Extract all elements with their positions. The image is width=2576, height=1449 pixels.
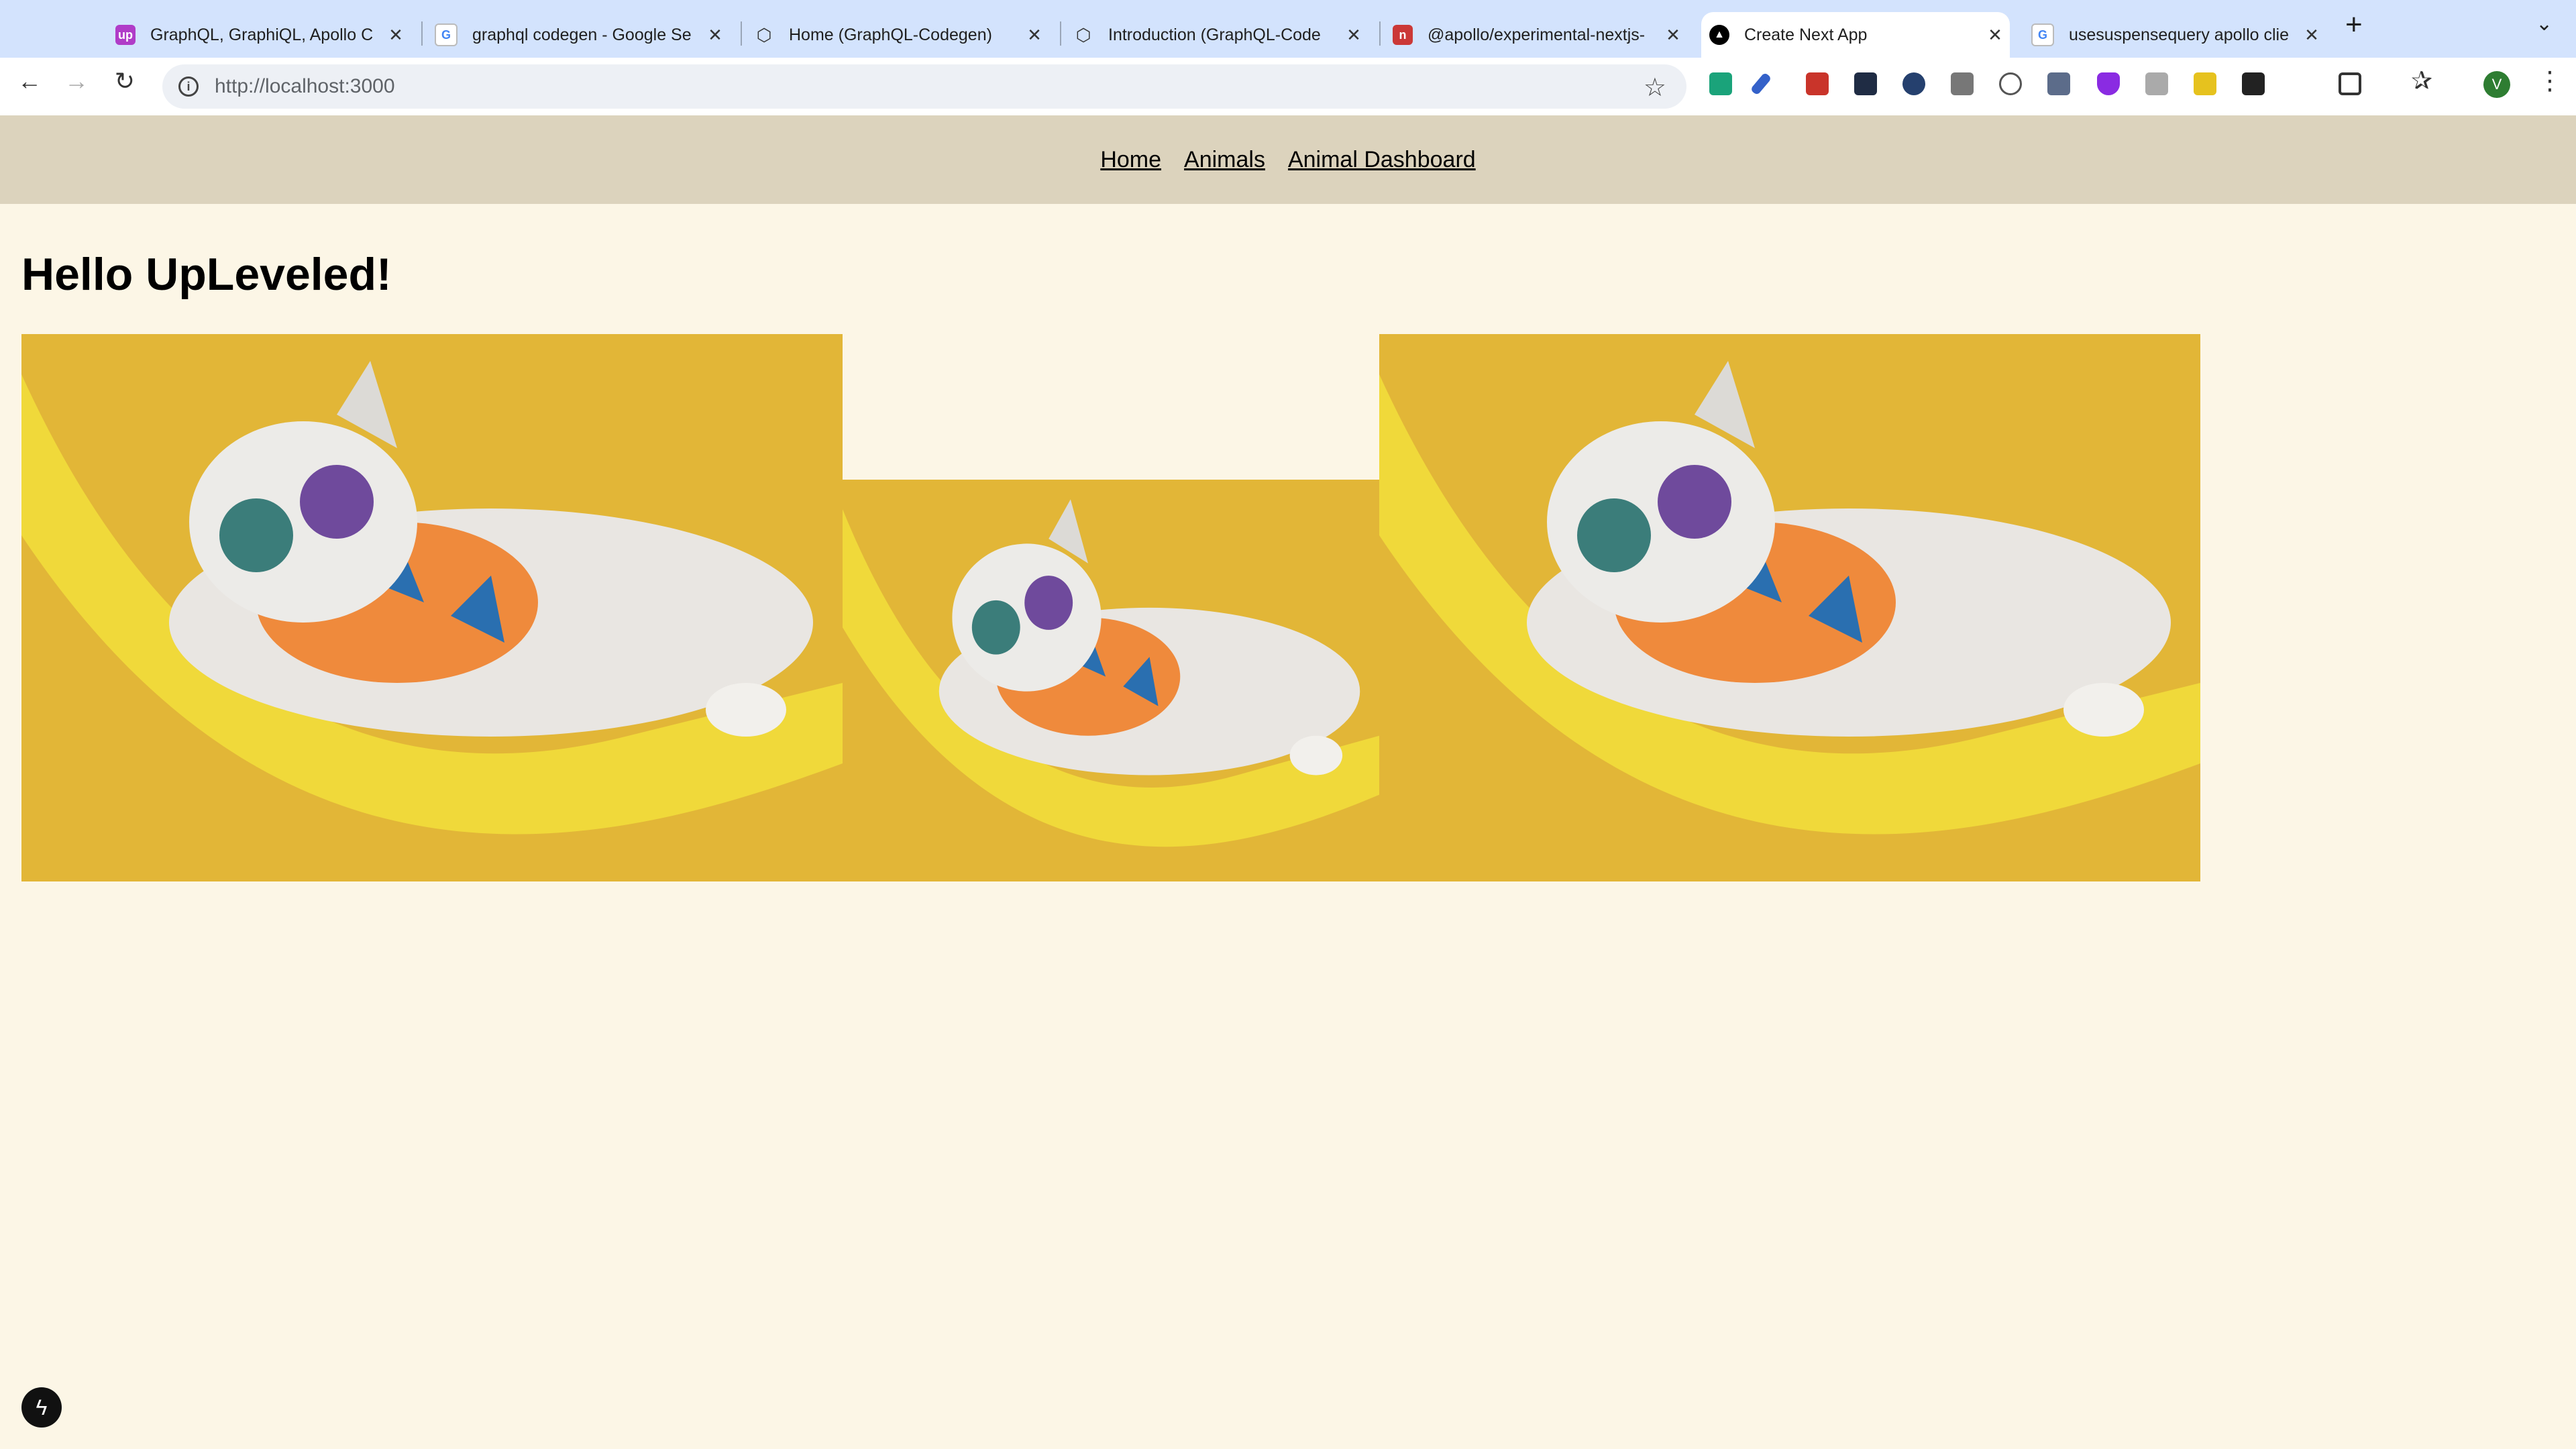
tab-search-chevron-icon[interactable]: ⌄ — [2536, 12, 2553, 36]
cat-in-hammock-photo — [21, 334, 843, 881]
nav-link-animal-dashboard[interactable]: Animal Dashboard — [1288, 147, 1476, 173]
cat-in-hammock-photo — [843, 480, 1379, 881]
tab-5[interactable]: n @apollo/experimental-nextjs- ✕ — [1385, 12, 1688, 58]
tab-2[interactable]: G graphql codegen - Google Se ✕ — [427, 12, 730, 58]
tab-title: GraphQL, GraphiQL, Apollo C — [150, 25, 374, 44]
graphql-codegen-favicon-icon: ⬡ — [1075, 24, 1091, 45]
cat-in-hammock-photo — [1379, 334, 2200, 881]
site-header-nav: Home Animals Animal Dashboard — [0, 115, 2576, 204]
google-favicon-icon: G — [2031, 23, 2054, 46]
tab-separator — [1379, 21, 1381, 46]
npm-favicon-icon: n — [1393, 25, 1413, 45]
extension-icon[interactable] — [1854, 72, 1877, 95]
address-url: http://localhost:3000 — [215, 75, 395, 97]
bookmark-star-icon[interactable]: ☆ — [1644, 72, 1666, 103]
cat-in-hammock-photo — [843, 480, 1379, 881]
nav-link-animals[interactable]: Animals — [1184, 147, 1265, 173]
close-icon[interactable]: ✕ — [1658, 25, 1688, 46]
back-arrow-icon[interactable]: ← — [12, 67, 47, 95]
nav-link-home[interactable]: Home — [1100, 147, 1161, 173]
page-heading: Hello UpLeveled! — [21, 249, 392, 300]
tab-title: graphql codegen - Google Se — [472, 25, 692, 44]
extension-icon[interactable] — [2242, 72, 2265, 95]
site-info-icon[interactable]: i — [178, 76, 199, 97]
google-favicon-icon: G — [435, 23, 458, 46]
close-icon[interactable]: ✕ — [1020, 25, 1049, 46]
menu-kebab-icon[interactable]: ⋮ — [2537, 66, 2563, 96]
graphql-codegen-favicon-icon: ⬡ — [756, 24, 772, 45]
close-icon[interactable]: ✕ — [700, 25, 730, 46]
extension-camera-icon[interactable] — [2145, 72, 2168, 95]
nextjs-dev-indicator-bolt-icon[interactable]: ϟ — [21, 1387, 62, 1428]
tab-title: Home (GraphQL-Codegen) — [789, 25, 992, 44]
reload-icon[interactable]: ↻ — [107, 67, 142, 95]
tab-title: usesuspensequery apollo clie — [2069, 25, 2289, 44]
tab-6-active[interactable]: ▲ Create Next App ✕ — [1701, 12, 2010, 58]
extension-icon[interactable] — [1709, 72, 1732, 95]
extensions-puzzle-icon[interactable] — [2339, 72, 2361, 95]
cat-in-hammock-photo — [21, 334, 843, 881]
tab-4[interactable]: ⬡ Introduction (GraphQL-Code ✕ — [1065, 12, 1368, 58]
tab-title: @apollo/experimental-nextjs- — [1428, 25, 1646, 44]
extension-icon[interactable] — [1951, 72, 1974, 95]
tab-1[interactable]: up GraphQL, GraphiQL, Apollo C ✕ — [107, 12, 411, 58]
close-icon[interactable]: ✕ — [1980, 25, 2010, 46]
extension-js-icon[interactable] — [2194, 72, 2216, 95]
bookmarks-star-icon[interactable]: ✰ — [2404, 66, 2439, 96]
profile-avatar[interactable]: V — [2483, 71, 2510, 98]
extension-shield-icon[interactable] — [2097, 72, 2120, 95]
address-bar[interactable]: i http://localhost:3000 ☆ — [162, 64, 1686, 109]
close-icon[interactable]: ✕ — [381, 25, 411, 46]
tab-title: Introduction (GraphQL-Code — [1108, 25, 1321, 44]
extension-icon[interactable] — [1902, 72, 1925, 95]
tab-7[interactable]: G usesuspensequery apollo clie ✕ — [2023, 12, 2326, 58]
close-icon[interactable]: ✕ — [1339, 25, 1368, 46]
tab-separator — [421, 21, 423, 46]
upleveled-favicon-icon: up — [115, 25, 136, 45]
tab-title: Create Next App — [1744, 25, 1868, 44]
tab-separator — [741, 21, 742, 46]
close-icon[interactable]: ✕ — [2297, 25, 2326, 46]
extension-icon[interactable] — [1999, 72, 2022, 95]
new-tab-plus-icon[interactable]: + — [2345, 8, 2363, 42]
nextjs-favicon-icon: ▲ — [1709, 25, 1729, 45]
cat-in-hammock-photo — [1379, 334, 2200, 881]
tab-separator — [1060, 21, 1061, 46]
forward-arrow-icon[interactable]: → — [59, 67, 94, 95]
tab-3[interactable]: ⬡ Home (GraphQL-Codegen) ✕ — [746, 12, 1049, 58]
extension-icon[interactable] — [1806, 72, 1829, 95]
extension-icon[interactable] — [2047, 72, 2070, 95]
